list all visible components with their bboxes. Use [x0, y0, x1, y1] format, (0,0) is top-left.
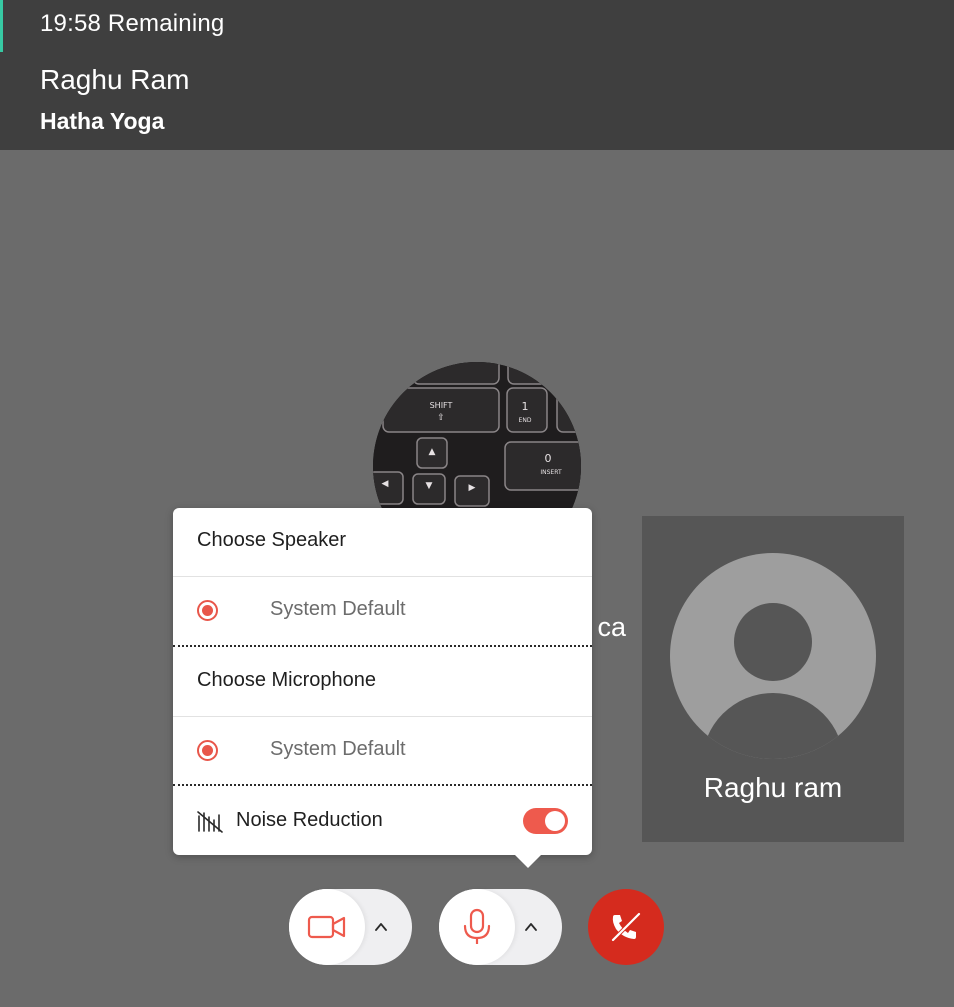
speaker-option-system-default[interactable]: System Default	[173, 576, 592, 646]
svg-text:1: 1	[522, 400, 529, 413]
svg-text:▲: ▲	[429, 447, 436, 457]
choose-speaker-title: Choose Speaker	[197, 529, 346, 551]
choose-microphone-title: Choose Microphone	[197, 669, 376, 691]
participant-tile: Raghu ram	[642, 516, 904, 842]
microphone-icon	[463, 908, 491, 944]
end-call-button[interactable]	[588, 889, 664, 965]
svg-text:▼: ▼	[426, 481, 433, 491]
microphone-option-system-default[interactable]: System Default	[173, 716, 592, 786]
svg-text:END: END	[519, 417, 532, 424]
session-name: Hatha Yoga	[40, 108, 165, 134]
host-name: Raghu Ram	[40, 64, 190, 95]
svg-text:◀: ◀	[382, 479, 389, 489]
video-camera-icon	[307, 915, 346, 939]
svg-text:SHIFT: SHIFT	[430, 401, 453, 410]
participant-name: Raghu ram	[703, 772, 843, 803]
microphone-option-label: System Default	[270, 738, 406, 760]
microphone-toggle-button[interactable]	[439, 889, 515, 965]
section-divider	[173, 784, 592, 786]
popup-pointer	[514, 854, 542, 868]
audio-device-popup: Choose Speaker System Default Choose Mic…	[173, 508, 592, 855]
microphone-control-group	[439, 889, 562, 965]
remaining-timer: 19:58 Remaining	[40, 10, 225, 37]
end-call-icon	[611, 912, 641, 942]
svg-text:▶: ▶	[469, 483, 476, 493]
svg-text:INSERT: INSERT	[540, 469, 562, 476]
svg-text:⇧: ⇧	[437, 413, 445, 423]
chevron-up-icon[interactable]	[373, 919, 389, 935]
user-avatar-icon	[670, 553, 876, 759]
avatar-body	[702, 693, 844, 759]
timer-accent-bar	[0, 0, 3, 52]
camera-toggle-button[interactable]	[289, 889, 365, 965]
radio-selected-icon[interactable]	[197, 740, 218, 761]
speaker-option-label: System Default	[270, 598, 406, 620]
svg-text:0: 0	[545, 452, 552, 465]
camera-control-group	[289, 889, 412, 965]
chevron-up-icon[interactable]	[523, 919, 539, 935]
radio-selected-icon[interactable]	[197, 600, 218, 621]
noise-reduction-toggle[interactable]	[523, 808, 568, 834]
section-divider	[173, 645, 592, 647]
session-header: 19:58 Remaining Raghu Ram Hatha Yoga	[0, 0, 954, 150]
noise-reduction-label: Noise Reduction	[236, 809, 383, 831]
avatar-head	[734, 603, 812, 681]
toggle-knob	[545, 811, 565, 831]
noise-reduction-icon	[197, 811, 223, 833]
